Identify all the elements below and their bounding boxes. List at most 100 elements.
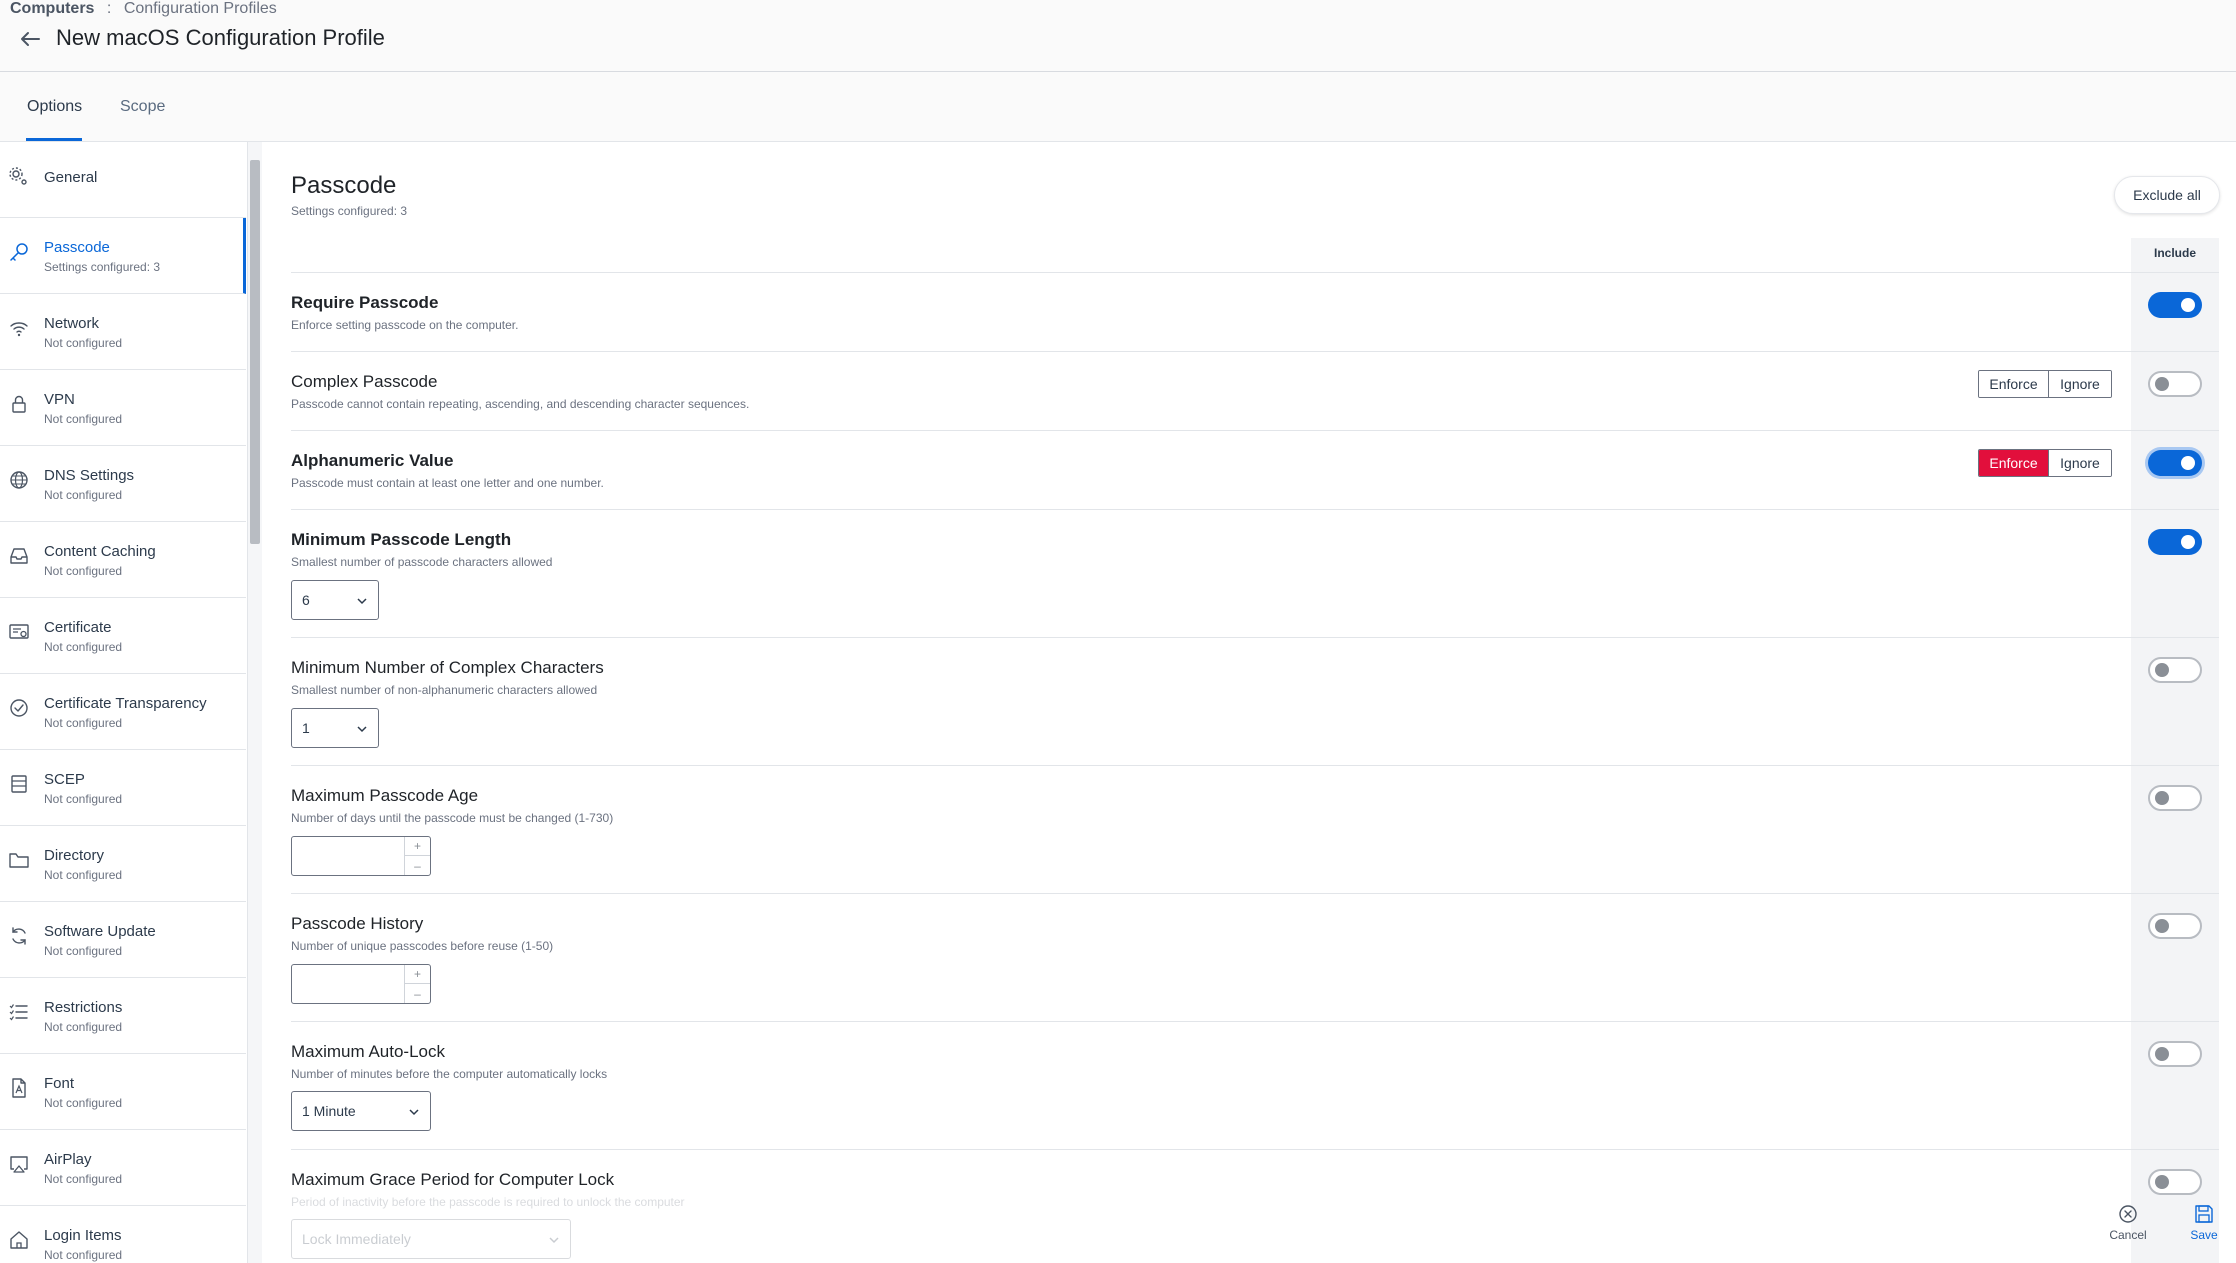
- checklist-icon: [9, 1004, 28, 1021]
- toggle-knob: [2181, 298, 2195, 312]
- chevron-down-icon: [409, 1109, 419, 1116]
- breadcrumb-root[interactable]: Computers: [10, 0, 94, 17]
- sidebar-item-general[interactable]: General: [0, 142, 246, 218]
- minimum-complex-characters-select[interactable]: 1: [291, 708, 379, 748]
- sidebar-item-network[interactable]: Network Not configured: [0, 294, 246, 370]
- breadcrumb-current[interactable]: Configuration Profiles: [124, 0, 277, 17]
- sidebar-item-status: Not configured: [44, 336, 123, 350]
- minimum-passcode-length-select[interactable]: 6: [291, 580, 379, 620]
- include-toggle-minimum-passcode-length[interactable]: [2148, 529, 2202, 555]
- toggle-knob: [2155, 919, 2169, 933]
- sidebar-item-label: Certificate: [44, 619, 112, 636]
- include-toggle-complex-passcode[interactable]: [2148, 371, 2202, 397]
- include-toggle-alphanumeric-value[interactable]: [2148, 450, 2202, 476]
- cancel-button[interactable]: Cancel: [2098, 1203, 2158, 1242]
- sidebar-item-restrictions[interactable]: Restrictions Not configured: [0, 978, 246, 1054]
- exclude-all-button[interactable]: Exclude all: [2114, 176, 2220, 214]
- active-tab-indicator: [26, 138, 82, 141]
- include-toggle-minimum-complex-characters[interactable]: [2148, 657, 2202, 683]
- passcode-history-stepper: + –: [291, 964, 431, 1004]
- bottom-action-bar: Cancel Save: [2098, 1203, 2236, 1263]
- section-title: Passcode: [291, 172, 397, 199]
- sidebar-item-status: Not configured: [44, 1172, 123, 1186]
- include-toggle-maximum-auto-lock[interactable]: [2148, 1041, 2202, 1067]
- enforce-ignore-alphanumeric-value: Enforce Ignore: [1978, 449, 2112, 477]
- sidebar-item-content-caching[interactable]: Content Caching Not configured: [0, 522, 246, 598]
- section-subtitle: Settings configured: 3: [291, 204, 408, 218]
- row-divider: [291, 637, 2219, 638]
- include-toggle-passcode-history[interactable]: [2148, 913, 2202, 939]
- wifi-icon: [10, 322, 28, 337]
- sidebar-item-login-items[interactable]: Login Items Not configured: [0, 1206, 246, 1263]
- breadcrumb: Computers : Configuration Profiles: [10, 0, 277, 18]
- key-icon: [10, 243, 28, 261]
- setting-title-require-passcode: Require Passcode: [291, 293, 439, 312]
- select-value: Lock Immediately: [302, 1231, 411, 1247]
- row-divider: [291, 509, 2219, 510]
- maximum-passcode-age-input[interactable]: [294, 839, 404, 873]
- enforce-button[interactable]: Enforce: [1979, 371, 2049, 397]
- increment-button[interactable]: +: [405, 837, 430, 856]
- maximum-auto-lock-select[interactable]: 1 Minute: [291, 1091, 431, 1131]
- tab-options[interactable]: Options: [27, 98, 82, 116]
- setting-desc-alphanumeric-value: Passcode must contain at least one lette…: [291, 476, 604, 490]
- include-toggle-require-passcode[interactable]: [2148, 292, 2202, 318]
- ignore-button[interactable]: Ignore: [2049, 371, 2111, 397]
- row-divider: [291, 1021, 2219, 1022]
- main-panel: Passcode Settings configured: 3 Exclude …: [262, 142, 2236, 1263]
- decrement-button[interactable]: –: [405, 984, 430, 1003]
- sidebar-item-label: Passcode: [44, 239, 110, 256]
- toggle-knob: [2181, 535, 2195, 549]
- sidebar-item-passcode[interactable]: Passcode Settings configured: 3: [0, 218, 246, 294]
- ignore-button[interactable]: Ignore: [2049, 450, 2111, 476]
- row-divider: [291, 765, 2219, 766]
- sidebar-item-font[interactable]: Font Not configured: [0, 1054, 246, 1130]
- globe-icon: [10, 471, 28, 489]
- tab-bar: Options Scope: [0, 72, 2236, 142]
- setting-title-alphanumeric-value: Alphanumeric Value: [291, 451, 454, 470]
- sidebar-item-status: Not configured: [44, 1248, 123, 1262]
- maximum-grace-period-select[interactable]: Lock Immediately: [291, 1219, 571, 1259]
- select-value: 1 Minute: [302, 1103, 356, 1119]
- decrement-button[interactable]: –: [405, 856, 430, 875]
- include-toggle-maximum-grace-period[interactable]: [2148, 1169, 2202, 1195]
- sidebar-item-scep[interactable]: SCEP Not configured: [0, 750, 246, 826]
- save-button[interactable]: Save: [2174, 1203, 2234, 1242]
- sidebar-item-status: Not configured: [44, 412, 123, 426]
- stepper-buttons: + –: [404, 965, 430, 1003]
- sidebar-scroll-thumb[interactable]: [250, 160, 260, 544]
- sidebar-item-label: DNS Settings: [44, 467, 135, 484]
- row-divider: [291, 893, 2219, 894]
- sidebar-item-label: AirPlay: [44, 1151, 92, 1168]
- back-arrow-icon[interactable]: [17, 26, 43, 52]
- sidebar-item-certificate[interactable]: Certificate Not configured: [0, 598, 246, 674]
- page-title: New macOS Configuration Profile: [56, 25, 385, 50]
- include-toggle-maximum-passcode-age[interactable]: [2148, 785, 2202, 811]
- tab-scope[interactable]: Scope: [120, 98, 165, 116]
- sidebar-item-vpn[interactable]: VPN Not configured: [0, 370, 246, 446]
- passcode-history-input[interactable]: [294, 967, 404, 1001]
- maximum-passcode-age-stepper: + –: [291, 836, 431, 876]
- sidebar: General Passcode Settings configured: 3 …: [0, 142, 248, 1263]
- sidebar-item-airplay[interactable]: AirPlay Not configured: [0, 1130, 246, 1206]
- setting-desc-maximum-grace-period: Period of inactivity before the passcode…: [291, 1195, 685, 1209]
- chevron-down-icon: [549, 1237, 559, 1244]
- sidebar-item-directory[interactable]: Directory Not configured: [0, 826, 246, 902]
- lock-icon: [12, 395, 26, 413]
- sidebar-item-status: Not configured: [44, 944, 123, 958]
- cancel-circle-icon: [2119, 1205, 2137, 1223]
- enforce-button[interactable]: Enforce: [1979, 450, 2049, 476]
- list-box-icon: [11, 775, 27, 793]
- setting-title-minimum-passcode-length: Minimum Passcode Length: [291, 530, 512, 549]
- sidebar-item-status: Not configured: [44, 716, 123, 730]
- include-column-header: Include: [2153, 246, 2196, 260]
- toggle-knob: [2181, 456, 2195, 470]
- stepper-buttons: + –: [404, 837, 430, 875]
- sidebar-item-label: Software Update: [44, 923, 156, 940]
- setting-desc-maximum-passcode-age: Number of days until the passcode must b…: [291, 811, 614, 825]
- sidebar-item-dns-settings[interactable]: DNS Settings Not configured: [0, 446, 246, 522]
- sidebar-item-software-update[interactable]: Software Update Not configured: [0, 902, 246, 978]
- increment-button[interactable]: +: [405, 965, 430, 984]
- row-divider: [291, 351, 2219, 352]
- sidebar-item-certificate-transparency[interactable]: Certificate Transparency Not configured: [0, 674, 246, 750]
